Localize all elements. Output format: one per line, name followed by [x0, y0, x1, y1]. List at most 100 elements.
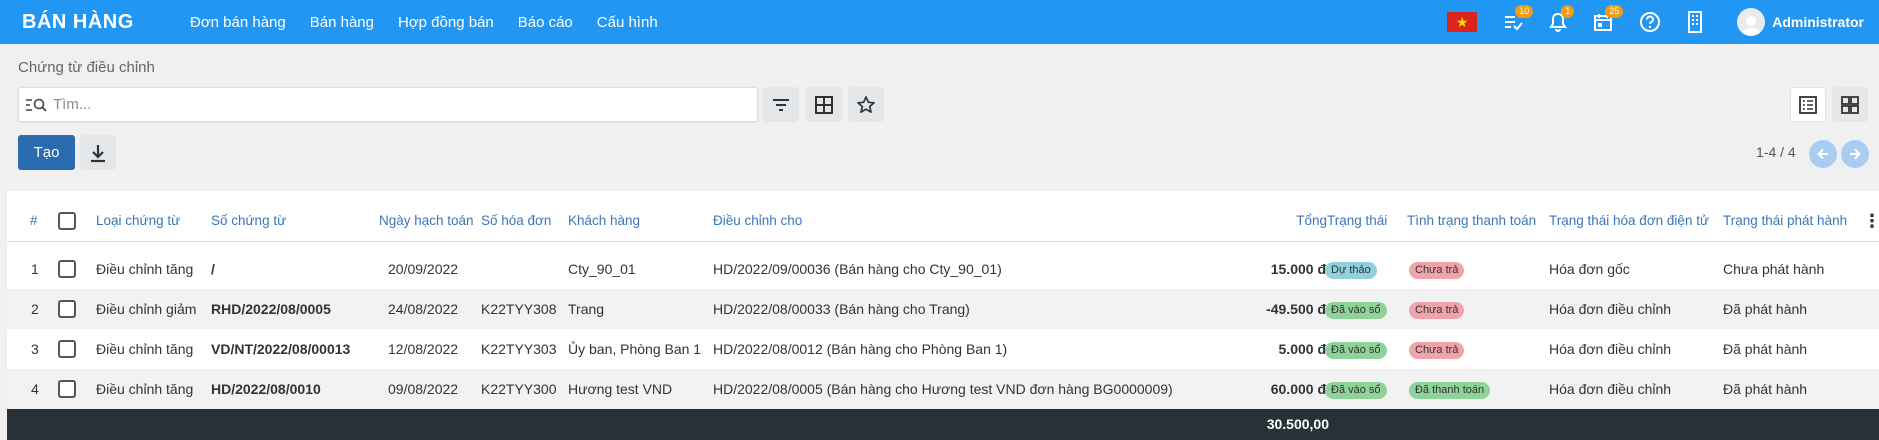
col-document-number[interactable]: Số chứng từ	[211, 201, 286, 241]
star-icon	[857, 95, 875, 113]
cell-total: -49.500 đ	[1266, 301, 1326, 317]
user-icon	[1741, 16, 1762, 36]
col-adjust-for[interactable]: Điều chỉnh cho	[713, 201, 802, 241]
cell-release-status: Đã phát hành	[1723, 341, 1808, 357]
cell-customer: Hương test VND	[568, 381, 673, 397]
status-badge: Đã vào sổ	[1325, 341, 1387, 359]
row-index: 3	[31, 341, 39, 357]
cell-total: 15.000 đ	[1270, 261, 1326, 277]
arrow-right-icon	[1850, 148, 1861, 160]
cell-einvoice-status: Hóa đơn gốc	[1549, 261, 1630, 277]
row-checkbox[interactable]	[58, 300, 76, 318]
grid-table-icon	[815, 95, 833, 114]
row-index: 2	[31, 301, 39, 317]
cell-einvoice-status: Hóa đơn điều chỉnh	[1549, 381, 1672, 397]
filter-button[interactable]	[763, 87, 799, 122]
kanban-view-icon	[1841, 95, 1859, 114]
status-badge: Dự thảo	[1325, 261, 1377, 279]
cell-accounting-date: 20/09/2022	[388, 261, 459, 277]
menu-item-sales[interactable]: Bán hàng	[310, 14, 374, 31]
cell-adjust-for: HD/2022/08/00033 (Bán hàng cho Trang)	[713, 301, 970, 317]
row-checkbox[interactable]	[58, 340, 76, 358]
cell-adjust-for: HD/2022/09/00036 (Bán hàng cho Cty_90_01…	[713, 261, 1002, 277]
status-badge: Đã vào sổ	[1325, 381, 1387, 399]
optional-columns-toggle[interactable]: ⋮	[1863, 201, 1879, 241]
cell-release-status: Đã phát hành	[1723, 301, 1808, 317]
row-index: 4	[31, 381, 39, 397]
search-box	[18, 87, 758, 122]
export-button[interactable]	[80, 135, 116, 170]
row-checkbox[interactable]	[58, 260, 76, 278]
row-index: 1	[31, 261, 39, 277]
search-input[interactable]	[53, 96, 753, 113]
records-table: # Loại chứng từ Số chứng từ Ngày hạch to…	[7, 191, 1879, 440]
menu-item-reports[interactable]: Báo cáo	[518, 14, 573, 31]
cell-adjust-for: HD/2022/08/0005 (Bán hàng cho Hương test…	[713, 381, 1173, 397]
footer-total: 30.500,00	[1266, 416, 1329, 432]
cell-total: 5.000 đ	[1278, 341, 1326, 357]
list-view-button[interactable]	[1790, 87, 1826, 122]
cell-accounting-date: 24/08/2022	[388, 301, 459, 317]
calendar-badge: 25	[1605, 5, 1624, 18]
favorites-button[interactable]	[848, 87, 884, 122]
row-checkbox[interactable]	[58, 380, 76, 398]
cell-customer: Ủy ban, Phòng Ban 1	[568, 341, 702, 357]
col-total[interactable]: Tổng	[1287, 201, 1327, 241]
top-navbar: BÁN HÀNG Đơn bán hàng Bán hàng Hợp đồng …	[0, 0, 1879, 44]
col-accounting-date[interactable]: Ngày hạch toán	[379, 201, 474, 241]
cell-adjust-for: HD/2022/08/0012 (Bán hàng cho Phòng Ban …	[713, 341, 1008, 357]
cell-customer: Trang	[568, 301, 605, 317]
table-row[interactable]: 1 Điều chỉnh tăng / 20/09/2022 Cty_90_01…	[7, 249, 1879, 289]
cell-invoice-number: K22TYY300	[481, 381, 557, 397]
breadcrumb: Chứng từ điều chỉnh	[18, 59, 155, 76]
col-invoice-number[interactable]: Số hóa đơn	[481, 201, 551, 241]
pager-value[interactable]: 1-4 / 4	[1756, 144, 1796, 160]
app-brand[interactable]: BÁN HÀNG	[22, 11, 190, 34]
activities-button[interactable]: 10	[1503, 5, 1534, 32]
pager-next-button[interactable]	[1841, 140, 1869, 168]
table-header: # Loại chứng từ Số chứng từ Ngày hạch to…	[7, 201, 1879, 242]
table-row[interactable]: 4 Điều chỉnh tăng HD/2022/08/0010 09/08/…	[7, 369, 1879, 409]
cell-document-type: Điều chỉnh tăng	[96, 261, 194, 277]
cell-invoice-number: K22TYY303	[481, 341, 557, 357]
cell-total: 60.000 đ	[1270, 381, 1326, 397]
building-icon	[1688, 11, 1703, 33]
language-flag-icon[interactable]: ★	[1447, 12, 1478, 32]
payment-badge: Chưa trả	[1409, 341, 1465, 359]
col-index: #	[30, 213, 38, 228]
payment-badge: Chưa trả	[1409, 301, 1465, 319]
col-release-status[interactable]: Trạng thái phát hành	[1723, 201, 1847, 241]
cell-accounting-date: 12/08/2022	[388, 341, 459, 357]
help-button[interactable]	[1639, 11, 1661, 33]
col-customer[interactable]: Khách hàng	[568, 201, 640, 241]
menu-item-sales-orders[interactable]: Đơn bán hàng	[190, 14, 286, 31]
col-einvoice-status[interactable]: Trạng thái hóa đơn điện tử	[1549, 201, 1709, 241]
payment-badge: Chưa trả	[1409, 261, 1465, 279]
notifications-button[interactable]: 1	[1549, 5, 1575, 32]
col-document-type[interactable]: Loại chứng từ	[96, 201, 180, 241]
user-avatar[interactable]	[1737, 8, 1766, 36]
cell-document-type: Điều chỉnh giảm	[96, 301, 197, 317]
cell-document-type: Điều chỉnh tăng	[96, 341, 194, 357]
download-icon	[91, 144, 105, 162]
cell-release-status: Chưa phát hành	[1723, 261, 1825, 277]
company-switch-button[interactable]	[1687, 11, 1703, 33]
user-name[interactable]: Administrator	[1772, 14, 1864, 30]
group-by-button[interactable]	[806, 87, 842, 122]
menu-item-configuration[interactable]: Cấu hình	[597, 14, 658, 31]
calendar-button[interactable]: 25	[1593, 5, 1624, 32]
help-circle-icon	[1640, 12, 1661, 32]
table-row[interactable]: 2 Điều chỉnh giảm RHD/2022/08/0005 24/08…	[7, 289, 1879, 329]
create-button[interactable]: Tạo	[18, 135, 75, 170]
table-row[interactable]: 3 Điều chỉnh tăng VD/NT/2022/08/00013 12…	[7, 329, 1879, 369]
status-badge: Đã vào sổ	[1325, 301, 1387, 319]
col-payment-status[interactable]: Tình trạng thanh toán	[1407, 201, 1536, 241]
pager-previous-button[interactable]	[1809, 140, 1837, 168]
kanban-view-button[interactable]	[1832, 87, 1868, 122]
col-status[interactable]: Trạng thái	[1327, 201, 1387, 241]
cell-document-number: HD/2022/08/0010	[211, 381, 321, 397]
select-all-checkbox[interactable]	[58, 212, 76, 230]
cell-einvoice-status: Hóa đơn điều chỉnh	[1549, 341, 1672, 357]
menu-item-sales-contracts[interactable]: Hợp đồng bán	[398, 14, 494, 31]
cell-document-number: /	[211, 261, 215, 277]
